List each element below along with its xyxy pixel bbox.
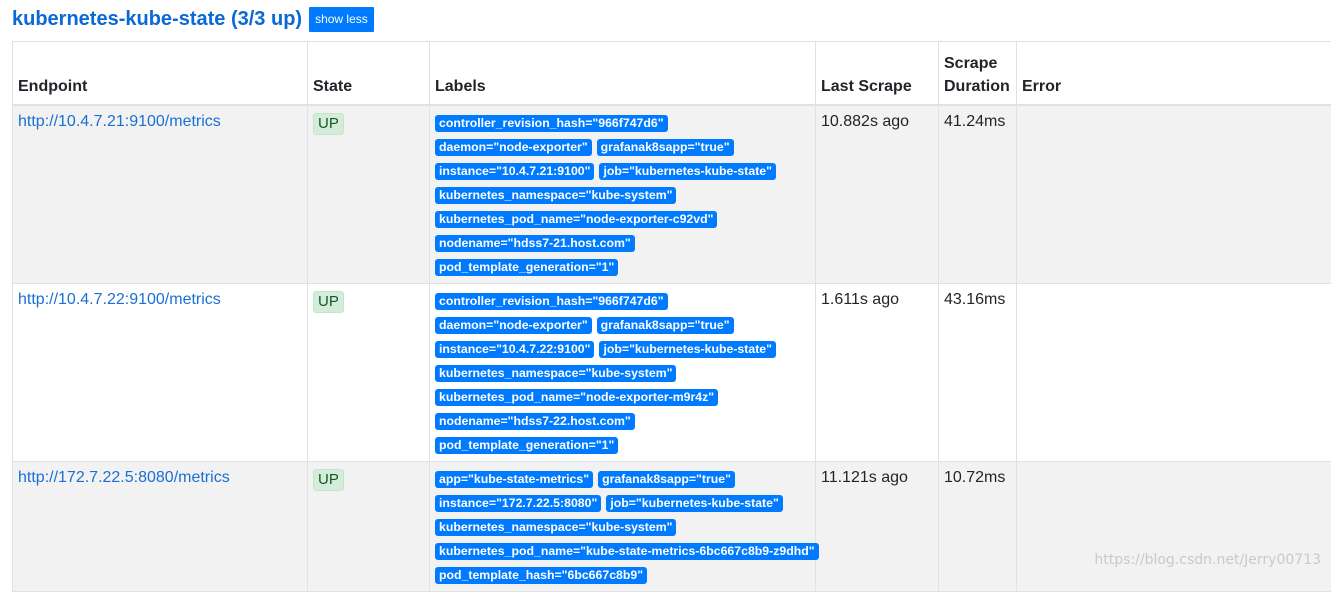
endpoint-cell: http://10.4.7.21:9100/metrics xyxy=(13,105,308,284)
state-cell: UP xyxy=(308,284,430,462)
label-badge: job="kubernetes-kube-state" xyxy=(599,163,776,180)
show-less-button[interactable]: show less xyxy=(309,7,374,32)
last-scrape-value: 1.611s ago xyxy=(821,291,899,309)
label-badge: instance="10.4.7.22:9100" xyxy=(435,341,594,358)
labels-list: app="kube-state-metrics" grafanak8sapp="t… xyxy=(435,471,815,591)
scrape-duration-value: 43.16ms xyxy=(944,291,1005,309)
labels-list: controller_revision_hash="966f747d6"daem… xyxy=(435,293,815,461)
table-row: http://10.4.7.22:9100/metrics UP control… xyxy=(13,284,1331,462)
label-badge: instance="172.7.22.5:8080" xyxy=(435,495,601,512)
column-header-scrape-duration: Scrape Duration xyxy=(939,42,1017,106)
label-badge: pod_template_hash="6bc667c8b9" xyxy=(435,567,647,584)
label-badge: grafanak8sapp="true" xyxy=(597,139,734,156)
labels-cell: app="kube-state-metrics" grafanak8sapp="t… xyxy=(430,462,816,592)
job-header: kubernetes-kube-state (3/3 up) show less xyxy=(12,6,374,32)
label-badge: kubernetes_pod_name="node-exporter-m9r4z… xyxy=(435,389,718,406)
error-cell xyxy=(1017,284,1331,462)
targets-table: Endpoint State Labels Last Scrape Scrape… xyxy=(12,41,1331,592)
table-header-row: Endpoint State Labels Last Scrape Scrape… xyxy=(13,42,1331,106)
last-scrape-value: 10.882s ago xyxy=(821,113,909,131)
labels-cell: controller_revision_hash="966f747d6"daem… xyxy=(430,284,816,462)
label-badge: kubernetes_pod_name="node-exporter-c92vd… xyxy=(435,211,717,228)
label-badge: pod_template_generation="1" xyxy=(435,437,618,454)
label-badge: controller_revision_hash="966f747d6" xyxy=(435,293,668,310)
label-badge: kubernetes_namespace="kube-system" xyxy=(435,187,676,204)
labels-list: controller_revision_hash="966f747d6"daem… xyxy=(435,115,815,283)
endpoint-link[interactable]: http://10.4.7.21:9100/metrics xyxy=(18,113,221,131)
label-badge: kubernetes_namespace="kube-system" xyxy=(435,519,676,536)
scrape-duration-value: 41.24ms xyxy=(944,113,1005,131)
state-badge: UP xyxy=(313,113,344,135)
state-cell: UP xyxy=(308,462,430,592)
label-badge: app="kube-state-metrics" xyxy=(435,471,593,488)
state-badge: UP xyxy=(313,291,344,313)
last-scrape-cell: 10.882s ago xyxy=(816,105,939,284)
scrape-duration-cell: 41.24ms xyxy=(939,105,1017,284)
error-cell xyxy=(1017,105,1331,284)
watermark: https://blog.csdn.net/Jerry00713 xyxy=(1094,552,1321,568)
column-header-error: Error xyxy=(1017,42,1331,106)
endpoint-cell: http://172.7.22.5:8080/metrics xyxy=(13,462,308,592)
job-title-link[interactable]: kubernetes-kube-state (3/3 up) xyxy=(12,8,302,31)
label-badge: instance="10.4.7.21:9100" xyxy=(435,163,594,180)
label-badge: daemon="node-exporter" xyxy=(435,139,592,156)
label-badge: kubernetes_namespace="kube-system" xyxy=(435,365,676,382)
state-cell: UP xyxy=(308,105,430,284)
state-badge: UP xyxy=(313,469,344,491)
label-badge: job="kubernetes-kube-state" xyxy=(599,341,776,358)
column-header-last-scrape: Last Scrape xyxy=(816,42,939,106)
endpoint-link[interactable]: http://10.4.7.22:9100/metrics xyxy=(18,291,221,309)
label-badge: controller_revision_hash="966f747d6" xyxy=(435,115,668,132)
label-badge: grafanak8sapp="true" xyxy=(597,317,734,334)
label-badge: nodename="hdss7-21.host.com" xyxy=(435,235,635,252)
last-scrape-cell: 11.121s ago xyxy=(816,462,939,592)
endpoint-link[interactable]: http://172.7.22.5:8080/metrics xyxy=(18,469,230,487)
column-header-labels: Labels xyxy=(430,42,816,106)
column-header-endpoint: Endpoint xyxy=(13,42,308,106)
error-cell xyxy=(1017,462,1331,592)
scrape-duration-cell: 43.16ms xyxy=(939,284,1017,462)
endpoint-cell: http://10.4.7.22:9100/metrics xyxy=(13,284,308,462)
last-scrape-cell: 1.611s ago xyxy=(816,284,939,462)
table-row: http://172.7.22.5:8080/metrics UP app="k… xyxy=(13,462,1331,592)
labels-cell: controller_revision_hash="966f747d6"daem… xyxy=(430,105,816,284)
label-badge: nodename="hdss7-22.host.com" xyxy=(435,413,635,430)
label-badge: job="kubernetes-kube-state" xyxy=(606,495,783,512)
last-scrape-value: 11.121s ago xyxy=(821,469,908,487)
label-badge: grafanak8sapp="true" xyxy=(598,471,735,488)
table-row: http://10.4.7.21:9100/metrics UP control… xyxy=(13,105,1331,284)
label-badge: daemon="node-exporter" xyxy=(435,317,592,334)
scrape-duration-value: 10.72ms xyxy=(944,469,1005,487)
label-badge: kubernetes_pod_name="kube-state-metrics-… xyxy=(435,543,819,560)
column-header-state: State xyxy=(308,42,430,106)
label-badge: pod_template_generation="1" xyxy=(435,259,618,276)
scrape-duration-cell: 10.72ms xyxy=(939,462,1017,592)
